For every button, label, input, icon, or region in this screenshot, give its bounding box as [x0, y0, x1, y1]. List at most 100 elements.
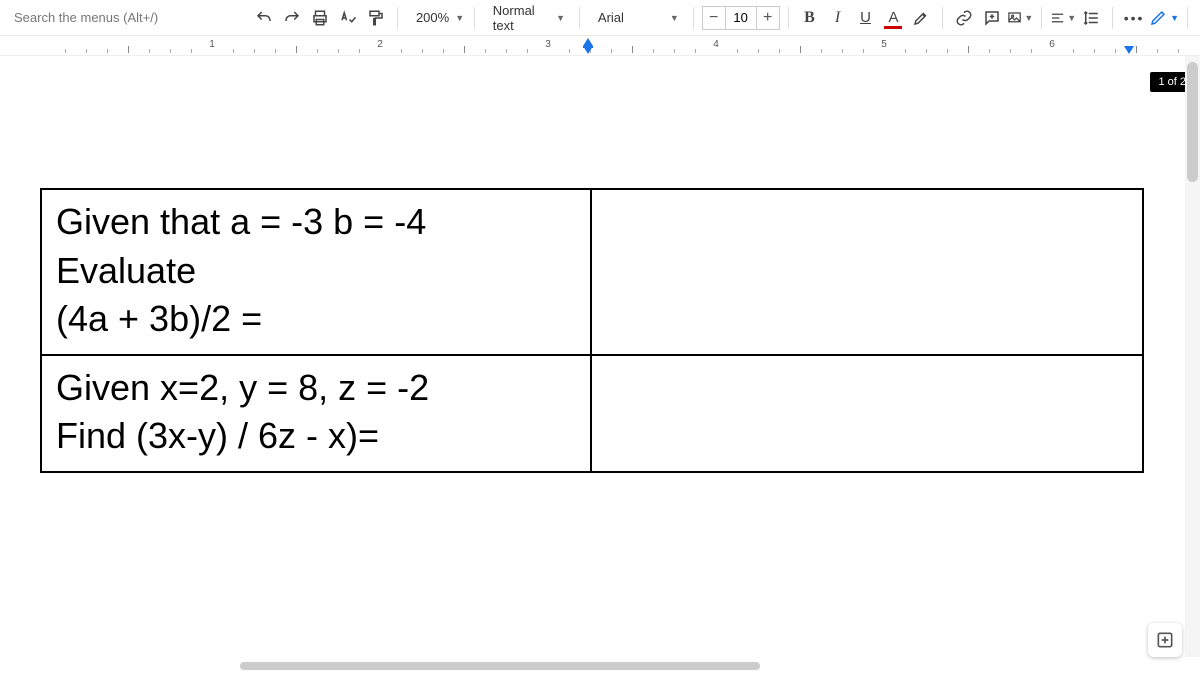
separator: [693, 7, 694, 29]
font-size-input[interactable]: 10: [725, 7, 757, 29]
ruler-tick: [737, 49, 738, 53]
paragraph-style-dropdown[interactable]: Normal text ▼: [483, 5, 571, 31]
line-spacing-button[interactable]: [1078, 5, 1104, 31]
separator: [397, 7, 398, 29]
ruler-tick: [485, 49, 486, 53]
paint-format-button[interactable]: [363, 5, 389, 31]
menu-search-input[interactable]: Search the menus (Alt+/): [6, 5, 249, 31]
horizontal-ruler[interactable]: 123456: [0, 36, 1200, 56]
ruler-tick: [1178, 49, 1179, 53]
font-value: Arial: [598, 10, 624, 25]
ruler-tick: [170, 49, 171, 53]
undo-button[interactable]: [251, 5, 277, 31]
ruler-tick: [758, 49, 759, 53]
ruler-number: 4: [713, 39, 719, 50]
document-table[interactable]: Given that a = -3 b = -4 Evaluate (4a + …: [40, 188, 1144, 473]
ruler-number: 3: [545, 39, 551, 50]
ruler-tick: [233, 49, 234, 53]
vertical-scrollbar-thumb[interactable]: [1187, 62, 1198, 182]
italic-button[interactable]: I: [824, 5, 850, 31]
ruler-tick: [191, 49, 192, 53]
ruler-number: 6: [1049, 39, 1055, 50]
ruler-tick: [359, 49, 360, 53]
text-color-button[interactable]: A: [880, 5, 906, 31]
ruler-tick: [569, 49, 570, 53]
separator: [1187, 7, 1188, 29]
main-toolbar: Search the menus (Alt+/) 200% ▼ Normal te…: [0, 0, 1200, 36]
chevron-down-icon: ▼: [1024, 13, 1033, 23]
separator: [788, 7, 789, 29]
decrease-font-size-button[interactable]: −: [703, 9, 725, 27]
more-options-button[interactable]: •••: [1121, 5, 1147, 31]
vertical-scrollbar[interactable]: [1185, 56, 1200, 657]
ruler-tick: [86, 49, 87, 53]
font-size-stepper: − 10 +: [702, 6, 780, 30]
ruler-tick: [128, 46, 129, 53]
document-canvas[interactable]: Given that a = -3 b = -4 Evaluate (4a + …: [0, 56, 1200, 675]
first-line-indent-marker[interactable]: [583, 38, 593, 46]
ruler-number: 5: [881, 39, 887, 50]
ruler-tick: [989, 49, 990, 53]
ruler-tick: [254, 49, 255, 53]
ruler-tick: [968, 46, 969, 53]
ruler-tick: [800, 46, 801, 53]
ruler-tick: [317, 49, 318, 53]
left-indent-marker[interactable]: [583, 46, 593, 54]
separator: [474, 7, 475, 29]
table-row[interactable]: Given that a = -3 b = -4 Evaluate (4a + …: [41, 189, 1143, 355]
add-comment-button[interactable]: [979, 5, 1005, 31]
redo-button[interactable]: [279, 5, 305, 31]
bold-button[interactable]: B: [796, 5, 822, 31]
chevron-down-icon: ▼: [556, 13, 565, 23]
ruler-tick: [65, 49, 66, 53]
ruler-tick: [338, 49, 339, 53]
ruler-tick: [779, 49, 780, 53]
ruler-tick: [443, 49, 444, 53]
ruler-tick: [464, 46, 465, 53]
font-dropdown[interactable]: Arial ▼: [588, 5, 685, 31]
ruler-tick: [653, 49, 654, 53]
right-indent-marker[interactable]: [1124, 46, 1134, 54]
ruler-tick: [506, 49, 507, 53]
underline-button[interactable]: U: [852, 5, 878, 31]
increase-font-size-button[interactable]: +: [757, 9, 779, 27]
editing-mode-button[interactable]: ▼: [1149, 5, 1179, 31]
ruler-number: 2: [377, 39, 383, 50]
ruler-tick: [695, 49, 696, 53]
insert-link-button[interactable]: [951, 5, 977, 31]
ruler-tick: [422, 49, 423, 53]
ruler-tick: [926, 49, 927, 53]
ruler-tick: [275, 49, 276, 53]
separator: [942, 7, 943, 29]
insert-image-button[interactable]: ▼: [1007, 5, 1033, 31]
horizontal-scrollbar[interactable]: [180, 660, 940, 672]
print-button[interactable]: [307, 5, 333, 31]
align-button[interactable]: ▼: [1050, 5, 1076, 31]
table-cell[interactable]: [591, 189, 1143, 355]
spellcheck-button[interactable]: [335, 5, 361, 31]
chevron-down-icon: ▼: [1170, 13, 1179, 23]
zoom-value: 200%: [416, 10, 449, 25]
table-row[interactable]: Given x=2, y = 8, z = -2 Find (3x-y) / 6…: [41, 355, 1143, 472]
table-cell[interactable]: Given x=2, y = 8, z = -2 Find (3x-y) / 6…: [41, 355, 591, 472]
table-cell[interactable]: Given that a = -3 b = -4 Evaluate (4a + …: [41, 189, 591, 355]
ruler-tick: [1031, 49, 1032, 53]
ruler-tick: [1136, 46, 1137, 53]
horizontal-scrollbar-thumb[interactable]: [240, 662, 760, 670]
separator: [1041, 7, 1042, 29]
ruler-tick: [821, 49, 822, 53]
ruler-tick: [1094, 49, 1095, 53]
explore-button[interactable]: [1148, 623, 1182, 657]
ruler-tick: [1073, 49, 1074, 53]
separator: [579, 7, 580, 29]
chevron-down-icon: ▼: [455, 13, 464, 23]
ruler-tick: [842, 49, 843, 53]
ruler-tick: [863, 49, 864, 53]
table-cell[interactable]: [591, 355, 1143, 472]
highlight-button[interactable]: [908, 5, 934, 31]
zoom-dropdown[interactable]: 200% ▼: [406, 5, 466, 31]
chevron-down-icon: ▼: [670, 13, 679, 23]
ruler-tick: [149, 49, 150, 53]
paragraph-style-value: Normal text: [493, 3, 550, 33]
ruler-tick: [611, 49, 612, 53]
